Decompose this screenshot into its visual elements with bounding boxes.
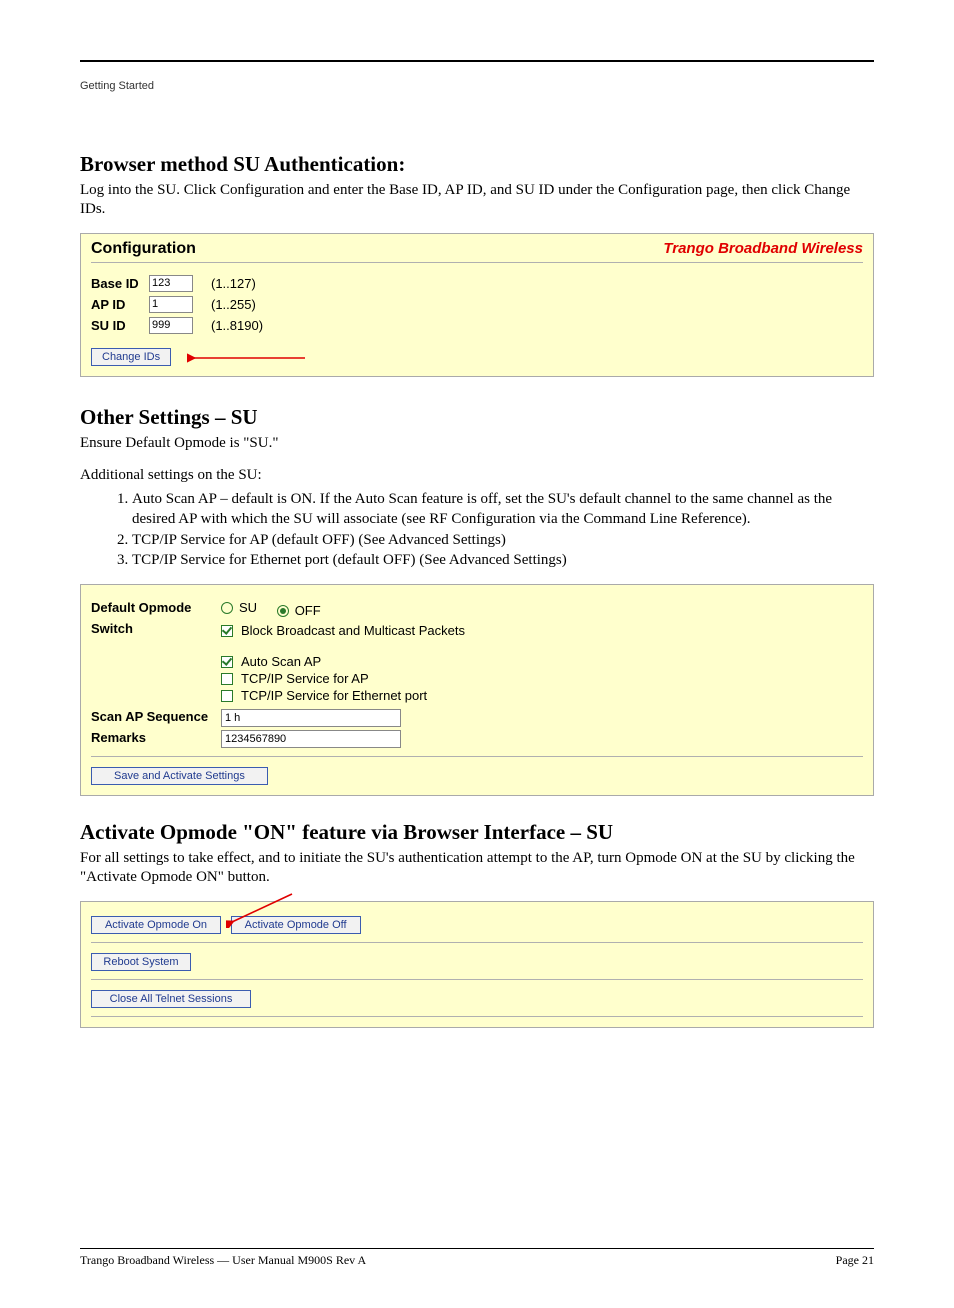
radio-icon xyxy=(277,605,289,617)
list-item: TCP/IP Service for Ethernet port (defaul… xyxy=(132,550,874,570)
checkbox-icon xyxy=(221,690,233,702)
section3-heading: Activate Opmode "ON" feature via Browser… xyxy=(80,820,874,845)
section2-intro: Ensure Default Opmode is "SU." xyxy=(80,434,874,453)
page-footer: Trango Broadband Wireless — User Manual … xyxy=(80,1248,874,1268)
remarks-input[interactable] xyxy=(221,730,401,748)
switch-label: Switch xyxy=(91,621,221,636)
annotation-arrow-icon xyxy=(187,351,307,365)
radio-su-label: SU xyxy=(239,600,257,615)
checkbox-icon xyxy=(221,656,233,668)
switch-settings-panel: Default Opmode SU OFF Switch Block Broad… xyxy=(80,584,874,796)
section3-body: For all settings to take effect, and to … xyxy=(80,849,874,887)
footer-left: Trango Broadband Wireless — User Manual … xyxy=(80,1253,366,1268)
section2-list-intro: Additional settings on the SU: xyxy=(80,466,874,485)
base-id-range: (1..127) xyxy=(211,276,256,291)
section2-heading: Other Settings – SU xyxy=(80,405,874,430)
base-id-input[interactable] xyxy=(149,275,193,292)
section2-list: Auto Scan AP – default is ON. If the Aut… xyxy=(102,489,874,570)
radio-off-label: OFF xyxy=(295,603,321,618)
radio-icon xyxy=(221,602,233,614)
section1-desc: Log into the SU. Click Configuration and… xyxy=(80,181,874,219)
checkbox-icon xyxy=(221,625,233,637)
scan-ap-seq-label: Scan AP Sequence xyxy=(91,709,221,724)
close-telnet-button[interactable]: Close All Telnet Sessions xyxy=(91,990,251,1008)
panel-title: Configuration xyxy=(91,240,196,258)
su-id-label: SU ID xyxy=(91,318,149,333)
opmode-actions-panel: Activate Opmode On Activate Opmode Off R… xyxy=(80,901,874,1028)
radio-su[interactable]: SU xyxy=(221,600,257,615)
list-item: TCP/IP Service for AP (default OFF) (See… xyxy=(132,530,874,550)
ap-id-input[interactable] xyxy=(149,296,193,313)
su-id-range: (1..8190) xyxy=(211,318,263,333)
section1-title: Browser method SU Authentication: xyxy=(80,152,874,177)
checkbox-label: Auto Scan AP xyxy=(241,654,321,669)
radio-off[interactable]: OFF xyxy=(277,603,321,618)
checkbox-auto-scan[interactable]: Auto Scan AP xyxy=(221,654,863,669)
running-header: Getting Started xyxy=(80,80,874,92)
checkbox-tcpip-ap[interactable]: TCP/IP Service for AP xyxy=(221,671,863,686)
brand-label: Trango Broadband Wireless xyxy=(663,240,863,257)
default-opmode-label: Default Opmode xyxy=(91,600,221,615)
checkbox-label: TCP/IP Service for AP xyxy=(241,671,369,686)
checkbox-block-broadcast[interactable]: Block Broadcast and Multicast Packets xyxy=(221,623,863,638)
configuration-panel: Configuration Trango Broadband Wireless … xyxy=(80,233,874,377)
checkbox-label: TCP/IP Service for Ethernet port xyxy=(241,688,427,703)
remarks-label: Remarks xyxy=(91,730,221,745)
annotation-arrow-icon xyxy=(226,892,296,928)
su-id-input[interactable] xyxy=(149,317,193,334)
checkbox-label: Block Broadcast and Multicast Packets xyxy=(241,623,465,638)
activate-opmode-on-button[interactable]: Activate Opmode On xyxy=(91,916,221,934)
reboot-system-button[interactable]: Reboot System xyxy=(91,953,191,971)
list-item: Auto Scan AP – default is ON. If the Aut… xyxy=(132,489,874,530)
scan-ap-seq-input[interactable] xyxy=(221,709,401,727)
base-id-label: Base ID xyxy=(91,276,149,291)
change-ids-button[interactable]: Change IDs xyxy=(91,348,171,366)
save-activate-button[interactable]: Save and Activate Settings xyxy=(91,767,268,785)
ap-id-label: AP ID xyxy=(91,297,149,312)
checkbox-tcpip-eth[interactable]: TCP/IP Service for Ethernet port xyxy=(221,688,863,703)
ap-id-range: (1..255) xyxy=(211,297,256,312)
footer-right: Page 21 xyxy=(836,1253,874,1268)
checkbox-icon xyxy=(221,673,233,685)
